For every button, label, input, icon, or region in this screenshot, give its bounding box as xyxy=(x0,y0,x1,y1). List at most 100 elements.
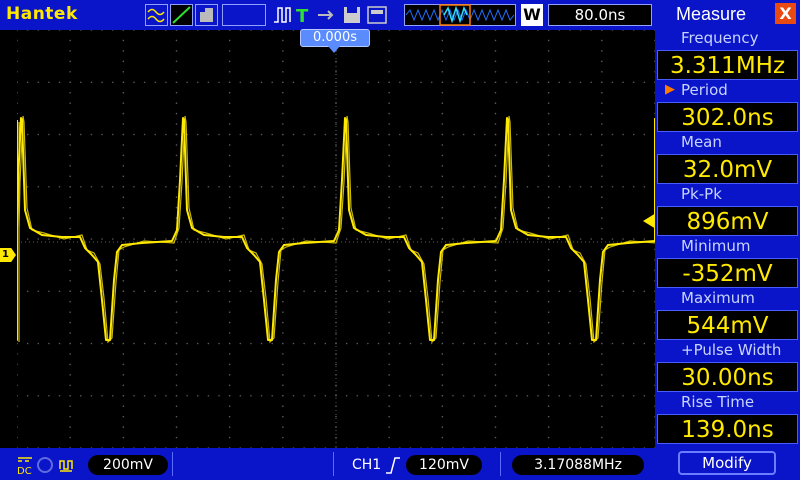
grid-dot xyxy=(547,112,550,115)
divider xyxy=(500,452,501,476)
grid-dot xyxy=(515,133,518,136)
measure-value[interactable]: 139.0ns xyxy=(657,414,798,444)
measure-value[interactable]: 544mV xyxy=(657,310,798,340)
grid-dot xyxy=(69,300,71,303)
grid-dot xyxy=(388,259,390,261)
grid-dot xyxy=(17,71,18,73)
grid-dot xyxy=(324,290,327,293)
grid-dot xyxy=(175,30,178,31)
grid-dot xyxy=(505,30,507,31)
grid-dot xyxy=(282,123,284,125)
grid-dot xyxy=(80,185,82,188)
grid-dot xyxy=(48,238,50,240)
grid-dot xyxy=(69,269,71,272)
grid-dot xyxy=(494,415,497,418)
grid-dot xyxy=(282,217,284,219)
grid-dot xyxy=(441,196,444,198)
grid-dot xyxy=(388,436,390,439)
grid-dot xyxy=(452,394,454,397)
measure-value[interactable]: 302.0ns xyxy=(657,102,798,132)
top-toolbar: Hantek T W 80.0ns xyxy=(0,0,655,30)
grid-dot xyxy=(303,394,305,397)
grid-dot xyxy=(345,238,348,240)
grid-dot xyxy=(579,394,582,397)
grid-dot xyxy=(282,415,284,418)
trigger-position-marker[interactable]: 0.000s xyxy=(300,29,370,47)
status-bar: DC 200mV CH1 120mV 3.17088MHz xyxy=(0,448,655,480)
modify-button[interactable]: Modify xyxy=(678,451,776,475)
grid-dot xyxy=(122,300,125,303)
grid-dot xyxy=(441,436,444,439)
trigger-level[interactable]: 120mV xyxy=(406,455,482,475)
grid-dot xyxy=(388,300,390,303)
grid-dot xyxy=(90,133,93,136)
grid-dot xyxy=(122,154,125,157)
grid-dot xyxy=(48,394,50,397)
display-mode-icons[interactable] xyxy=(145,4,221,26)
grid-dot xyxy=(473,30,476,31)
grid-dot xyxy=(579,133,582,136)
close-icon[interactable]: X xyxy=(775,3,796,24)
grid-dot xyxy=(69,436,71,439)
grid-dot xyxy=(547,206,550,209)
grid-dot xyxy=(111,81,114,84)
grid-dot xyxy=(324,342,327,345)
grid-dot xyxy=(175,102,178,104)
grid-dot xyxy=(196,238,199,240)
divider xyxy=(172,452,173,476)
grid-dot xyxy=(228,102,231,104)
coupling-icons[interactable]: DC xyxy=(16,455,86,475)
grid-dot xyxy=(558,342,561,345)
grid-dot xyxy=(494,353,497,355)
grid-dot xyxy=(494,394,497,397)
channel1-ground-marker[interactable]: 1 xyxy=(0,248,16,262)
grid-dot xyxy=(569,394,571,397)
grid-dot xyxy=(69,206,71,209)
grid-dot xyxy=(388,321,390,324)
measure-value[interactable]: 3.311MHz xyxy=(657,50,798,80)
grid-dot xyxy=(367,342,369,345)
grid-dot xyxy=(441,112,444,115)
grid-dot xyxy=(69,415,71,418)
grid-dot xyxy=(473,238,476,240)
grid-dot xyxy=(37,185,40,188)
grid-dot xyxy=(356,238,359,240)
measure-value[interactable]: 896mV xyxy=(657,206,798,236)
grid-dot xyxy=(143,290,146,293)
measure-value[interactable]: 30.00ns xyxy=(657,362,798,392)
acquire-icons[interactable]: T xyxy=(272,4,400,26)
grid-dot xyxy=(175,436,178,439)
grid-dot xyxy=(441,71,444,73)
grid-dot xyxy=(218,81,220,84)
grid-dot xyxy=(69,185,71,188)
grid-dot xyxy=(175,426,178,428)
grid-dot xyxy=(377,81,380,84)
grid-dot xyxy=(239,342,242,345)
timebase-display[interactable]: 80.0ns xyxy=(548,4,652,26)
grid-dot xyxy=(122,39,125,42)
trigger-channel: CH1 xyxy=(352,457,382,473)
grid-dot xyxy=(494,144,497,146)
grid-dot xyxy=(80,290,82,293)
grid-dot xyxy=(494,384,497,387)
measure-value[interactable]: 32.0mV xyxy=(657,154,798,184)
grid-dot xyxy=(547,311,550,313)
grid-dot xyxy=(69,374,71,376)
measure-value[interactable]: -352mV xyxy=(657,258,798,288)
grid-dot xyxy=(69,60,71,63)
grid-dot xyxy=(196,81,199,84)
grid-dot xyxy=(601,206,603,209)
grid-dot xyxy=(622,81,624,84)
grid-dot xyxy=(335,123,337,125)
grid-dot xyxy=(196,30,199,31)
grid-dot xyxy=(175,133,178,136)
grid-dot xyxy=(388,60,390,63)
window-label[interactable]: W xyxy=(521,4,543,26)
grid-dot xyxy=(282,133,284,136)
grid-dot xyxy=(239,185,242,188)
grid-dot xyxy=(58,185,61,188)
channel-scale[interactable]: 200mV xyxy=(88,455,168,475)
grid-dot xyxy=(282,374,284,376)
waveform-overview[interactable] xyxy=(404,4,516,26)
grid-dot xyxy=(601,311,603,313)
